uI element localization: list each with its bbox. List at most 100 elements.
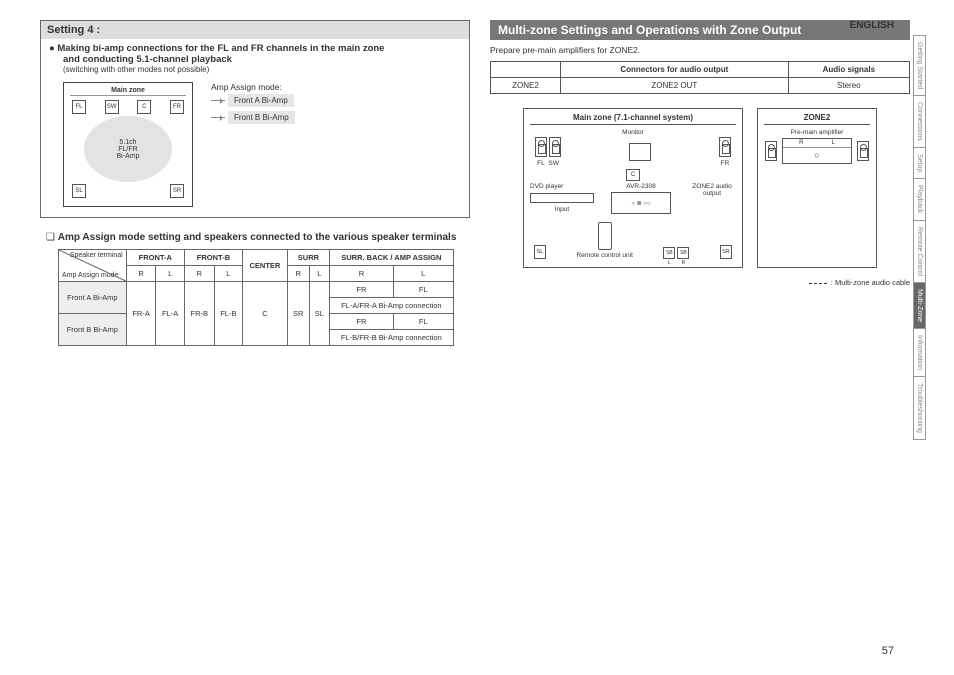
setting4-title: Setting 4 : <box>41 21 469 39</box>
mz-circle-l1: 5.1ch <box>119 139 136 146</box>
lbl-z2out: ZONE2 audio output <box>688 183 736 197</box>
side-tabs: Getting Started Connections Setup Playba… <box>913 35 926 439</box>
mz-circle-l2: FL/FR <box>118 146 137 153</box>
zone2-title: ZONE2 <box>764 113 870 125</box>
amp-assign-label: Amp Assign mode: <box>211 82 295 92</box>
sub-r: R <box>330 266 394 282</box>
page-number: 57 <box>882 645 894 657</box>
speaker-sr-icon: SR <box>720 245 732 259</box>
lbl-preamp: Pre-main amplifier <box>764 129 870 136</box>
setting4-line1: Making bi-amp connections for the FL and… <box>49 43 461 54</box>
mainzone-circle: 5.1ch FL/FR Bi-Amp <box>84 116 172 182</box>
cell-sb2-label: FL-B/FR-B Bi-Amp connection <box>330 330 454 346</box>
cell-c: C <box>243 282 288 346</box>
cell-fla: FL-A <box>156 282 184 346</box>
lbl-fr: FR <box>718 160 732 167</box>
lbl-avr: AVR-2308 <box>611 183 671 190</box>
lbl-remote: Remote control unit <box>577 252 633 259</box>
tab-getting-started[interactable]: Getting Started <box>913 35 926 96</box>
setting4-note: (switching with other modes not possible… <box>63 65 461 74</box>
speaker-sr-icon: SR <box>170 184 184 198</box>
mz-circle-l3: Bi-Amp <box>117 153 140 160</box>
tab-remote[interactable]: Remote Control <box>913 220 926 283</box>
label-monitor: Monitor <box>530 129 736 136</box>
arrow-icon <box>211 117 225 118</box>
column-left: Setting 4 : Making bi-amp connections fo… <box>40 20 470 346</box>
preamp-icon: RL ○ <box>782 138 852 164</box>
subhead-amp-assign: Amp Assign mode setting and speakers con… <box>46 232 470 243</box>
sub-l: L <box>214 266 242 282</box>
setting4-box: Setting 4 : Making bi-amp connections fo… <box>40 20 470 218</box>
language-label: ENGLISH <box>850 20 894 31</box>
sub-r: R <box>126 266 156 282</box>
mainzone-diagram: Main zone FL SW C FR 5.1ch FL/FR Bi-Amp <box>63 82 193 207</box>
sub-l: L <box>393 266 453 282</box>
speaker-icon <box>765 141 777 161</box>
lbl-dvd: DVD player <box>530 183 594 190</box>
remote-icon <box>598 222 612 250</box>
cell-flb: FL-B <box>214 282 242 346</box>
tab-playback[interactable]: Playback <box>913 178 926 220</box>
tab-information[interactable]: Information <box>913 328 926 377</box>
speaker-sw-icon: SW <box>105 100 119 114</box>
speaker-icon <box>719 137 731 157</box>
mainzone-title: Main zone <box>70 87 186 96</box>
cell-sb2-fr: FR <box>330 314 394 330</box>
conn-hdr-signals: Audio signals <box>788 62 909 78</box>
cell-sr: SR <box>287 282 309 346</box>
speaker-icon <box>549 137 561 157</box>
amp-assign-block: Amp Assign mode: Front A Bi-Amp Front B … <box>211 82 295 126</box>
tab-connections[interactable]: Connections <box>913 95 926 148</box>
cell-sb1-fr: FR <box>330 282 394 298</box>
cable-legend: : Multi-zone audio cable <box>490 278 910 287</box>
mainzone-system-title: Main zone (7.1-channel system) <box>530 113 736 125</box>
tab-setup[interactable]: Setup <box>913 147 926 179</box>
speaker-icon <box>535 137 547 157</box>
arrow-icon <box>211 100 225 101</box>
cell-sl: SL <box>309 282 329 346</box>
cell-sb1-label: FL-A/FR-A Bi-Amp connection <box>330 298 454 314</box>
center-speaker-icon: C <box>626 169 640 181</box>
monitor-icon <box>629 143 651 161</box>
cell-fra: FR-A <box>126 282 156 346</box>
speaker-fr-icon: FR <box>170 100 184 114</box>
cell-frb: FR-B <box>184 282 214 346</box>
speaker-sl-icon: SL <box>72 184 86 198</box>
dvd-icon <box>530 193 594 203</box>
mode-front-a: Front A Bi-Amp <box>228 94 294 107</box>
right-heading-bar: Multi-zone Settings and Operations with … <box>490 20 910 40</box>
sub-l: L <box>156 266 184 282</box>
conn-zone2-out: ZONE2 OUT <box>561 78 789 94</box>
lbl-fl: FL <box>537 160 545 167</box>
sub-l: L <box>309 266 329 282</box>
lbl-sw: SW <box>548 160 558 167</box>
connectors-table: Connectors for audio output Audio signal… <box>490 61 910 94</box>
prep-text: Prepare pre-main amplifiers for ZONE2. <box>490 45 910 55</box>
tab-troubleshooting[interactable]: Troubleshooting <box>913 376 926 440</box>
sub-r: R <box>184 266 214 282</box>
conn-zone2: ZONE2 <box>491 78 561 94</box>
speaker-sbr-icon: SB R <box>677 247 689 259</box>
speaker-sbl-icon: SB L <box>663 247 675 259</box>
speaker-c-icon: C <box>137 100 151 114</box>
col-front-a: FRONT-A <box>126 250 184 266</box>
mainzone-system-box: Main zone (7.1-channel system) Monitor F… <box>523 108 743 268</box>
conn-hdr-output: Connectors for audio output <box>561 62 789 78</box>
row-front-b-biamp: Front B Bi-Amp <box>59 314 127 346</box>
cell-sb2-fl: FL <box>393 314 453 330</box>
col-sb-amp: SURR. BACK / AMP ASSIGN <box>330 250 454 266</box>
row-front-a-biamp: Front A Bi-Amp <box>59 282 127 314</box>
speaker-fl-icon: FL <box>72 100 86 114</box>
sub-r: R <box>287 266 309 282</box>
tab-multizone[interactable]: Multi-Zone <box>913 282 926 329</box>
lbl-input: Input <box>530 206 594 213</box>
amp-assign-table: Speaker terminal Amp Assign mode FRONT-A… <box>58 249 454 346</box>
conn-stereo: Stereo <box>788 78 909 94</box>
mode-front-b: Front B Bi-Amp <box>228 111 295 124</box>
col-front-b: FRONT-B <box>184 250 242 266</box>
col-center: CENTER <box>243 250 288 282</box>
avr-icon: ○ ≣ ○○ <box>611 192 671 214</box>
col-surr: SURR <box>287 250 329 266</box>
speaker-icon <box>857 141 869 161</box>
zone2-box: ZONE2 Pre-main amplifier RL ○ <box>757 108 877 268</box>
